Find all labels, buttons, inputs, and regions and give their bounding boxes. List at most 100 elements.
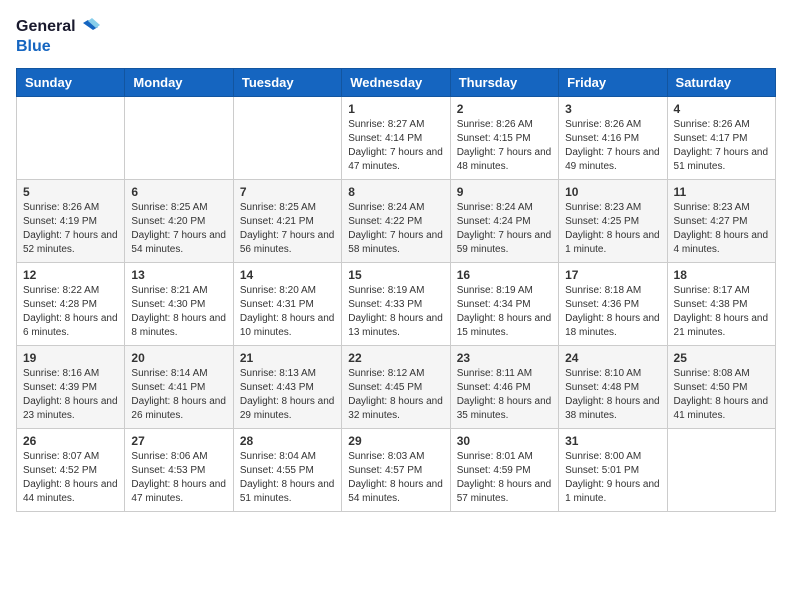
day-number: 25 — [674, 351, 769, 365]
cell-info: Sunrise: 8:11 AM Sunset: 4:46 PM Dayligh… — [457, 367, 552, 423]
cell-info: Sunrise: 8:26 AM Sunset: 4:16 PM Dayligh… — [565, 118, 660, 174]
weekday-header: Tuesday — [233, 68, 341, 96]
calendar-cell: 13 Sunrise: 8:21 AM Sunset: 4:30 PM Dayli… — [125, 262, 233, 345]
calendar-cell — [125, 96, 233, 179]
day-number: 6 — [131, 185, 226, 199]
logo-arrow-icon — [78, 16, 100, 38]
day-number: 7 — [240, 185, 335, 199]
day-number: 24 — [565, 351, 660, 365]
calendar-cell: 12 Sunrise: 8:22 AM Sunset: 4:28 PM Dayli… — [17, 262, 125, 345]
cell-info: Sunrise: 8:06 AM Sunset: 4:53 PM Dayligh… — [131, 450, 226, 506]
calendar-cell: 8 Sunrise: 8:24 AM Sunset: 4:22 PM Daylig… — [342, 179, 450, 262]
cell-info: Sunrise: 8:16 AM Sunset: 4:39 PM Dayligh… — [23, 367, 118, 423]
day-number: 8 — [348, 185, 443, 199]
cell-info: Sunrise: 8:25 AM Sunset: 4:20 PM Dayligh… — [131, 201, 226, 257]
cell-info: Sunrise: 8:20 AM Sunset: 4:31 PM Dayligh… — [240, 284, 335, 340]
calendar-cell: 16 Sunrise: 8:19 AM Sunset: 4:34 PM Dayli… — [450, 262, 558, 345]
cell-info: Sunrise: 8:14 AM Sunset: 4:41 PM Dayligh… — [131, 367, 226, 423]
calendar-cell: 3 Sunrise: 8:26 AM Sunset: 4:16 PM Daylig… — [559, 96, 667, 179]
day-number: 27 — [131, 434, 226, 448]
cell-info: Sunrise: 8:25 AM Sunset: 4:21 PM Dayligh… — [240, 201, 335, 257]
day-number: 20 — [131, 351, 226, 365]
calendar-cell: 2 Sunrise: 8:26 AM Sunset: 4:15 PM Daylig… — [450, 96, 558, 179]
calendar-week-row: 26 Sunrise: 8:07 AM Sunset: 4:52 PM Dayli… — [17, 428, 776, 511]
calendar-week-row: 5 Sunrise: 8:26 AM Sunset: 4:19 PM Daylig… — [17, 179, 776, 262]
calendar-cell: 25Sunrise: 8:08 AM Sunset: 4:50 PM Dayli… — [667, 345, 775, 428]
cell-info: Sunrise: 8:19 AM Sunset: 4:33 PM Dayligh… — [348, 284, 443, 340]
cell-info: Sunrise: 8:12 AM Sunset: 4:45 PM Dayligh… — [348, 367, 443, 423]
calendar-cell: 29 Sunrise: 8:03 AM Sunset: 4:57 PM Dayli… — [342, 428, 450, 511]
calendar-cell: 9Sunrise: 8:24 AM Sunset: 4:24 PM Daylig… — [450, 179, 558, 262]
calendar-cell: 15 Sunrise: 8:19 AM Sunset: 4:33 PM Dayli… — [342, 262, 450, 345]
day-number: 30 — [457, 434, 552, 448]
day-number: 3 — [565, 102, 660, 116]
cell-info: Sunrise: 8:18 AM Sunset: 4:36 PM Dayligh… — [565, 284, 660, 340]
calendar-cell: 14 Sunrise: 8:20 AM Sunset: 4:31 PM Dayli… — [233, 262, 341, 345]
calendar-cell: 23 Sunrise: 8:11 AM Sunset: 4:46 PM Dayli… — [450, 345, 558, 428]
cell-info: Sunrise: 8:01 AM Sunset: 4:59 PM Dayligh… — [457, 450, 552, 506]
day-number: 23 — [457, 351, 552, 365]
cell-info: Sunrise: 8:26 AM Sunset: 4:15 PM Dayligh… — [457, 118, 552, 174]
weekday-header: Saturday — [667, 68, 775, 96]
calendar-cell: 20 Sunrise: 8:14 AM Sunset: 4:41 PM Dayli… — [125, 345, 233, 428]
calendar-cell: 19 Sunrise: 8:16 AM Sunset: 4:39 PM Dayli… — [17, 345, 125, 428]
day-number: 31 — [565, 434, 660, 448]
day-number: 15 — [348, 268, 443, 282]
cell-info: Sunrise: 8:07 AM Sunset: 4:52 PM Dayligh… — [23, 450, 118, 506]
day-number: 26 — [23, 434, 118, 448]
cell-info: Sunrise: 8:21 AM Sunset: 4:30 PM Dayligh… — [131, 284, 226, 340]
logo: General Blue — [16, 16, 100, 56]
day-number: 11 — [674, 185, 769, 199]
cell-info: Sunrise: 8:04 AM Sunset: 4:55 PM Dayligh… — [240, 450, 335, 506]
calendar-cell: 1 Sunrise: 8:27 AM Sunset: 4:14 PM Daylig… — [342, 96, 450, 179]
cell-info: Sunrise: 8:24 AM Sunset: 4:22 PM Dayligh… — [348, 201, 443, 257]
cell-info: Sunrise: 8:23 AM Sunset: 4:25 PM Dayligh… — [565, 201, 660, 257]
day-number: 5 — [23, 185, 118, 199]
calendar-cell: 30 Sunrise: 8:01 AM Sunset: 4:59 PM Dayli… — [450, 428, 558, 511]
weekday-header: Thursday — [450, 68, 558, 96]
weekday-header: Friday — [559, 68, 667, 96]
cell-info: Sunrise: 8:22 AM Sunset: 4:28 PM Dayligh… — [23, 284, 118, 340]
day-number: 12 — [23, 268, 118, 282]
calendar-cell — [667, 428, 775, 511]
logo-blue: Blue — [16, 38, 100, 56]
calendar-cell: 27 Sunrise: 8:06 AM Sunset: 4:53 PM Dayli… — [125, 428, 233, 511]
cell-info: Sunrise: 8:27 AM Sunset: 4:14 PM Dayligh… — [348, 118, 443, 174]
calendar-cell: 7 Sunrise: 8:25 AM Sunset: 4:21 PM Daylig… — [233, 179, 341, 262]
day-number: 14 — [240, 268, 335, 282]
calendar-cell: 4Sunrise: 8:26 AM Sunset: 4:17 PM Daylig… — [667, 96, 775, 179]
weekday-header: Monday — [125, 68, 233, 96]
day-number: 13 — [131, 268, 226, 282]
calendar-cell: 21Sunrise: 8:13 AM Sunset: 4:43 PM Dayli… — [233, 345, 341, 428]
cell-info: Sunrise: 8:00 AM Sunset: 5:01 PM Dayligh… — [565, 450, 660, 506]
weekday-header: Sunday — [17, 68, 125, 96]
cell-info: Sunrise: 8:19 AM Sunset: 4:34 PM Dayligh… — [457, 284, 552, 340]
calendar-week-row: 1 Sunrise: 8:27 AM Sunset: 4:14 PM Daylig… — [17, 96, 776, 179]
day-number: 2 — [457, 102, 552, 116]
calendar-cell: 10Sunrise: 8:23 AM Sunset: 4:25 PM Dayli… — [559, 179, 667, 262]
cell-info: Sunrise: 8:10 AM Sunset: 4:48 PM Dayligh… — [565, 367, 660, 423]
calendar-cell: 18Sunrise: 8:17 AM Sunset: 4:38 PM Dayli… — [667, 262, 775, 345]
calendar-table: SundayMondayTuesdayWednesdayThursdayFrid… — [16, 68, 776, 512]
page-header: General Blue — [16, 16, 776, 56]
cell-info: Sunrise: 8:26 AM Sunset: 4:19 PM Dayligh… — [23, 201, 118, 257]
day-number: 22 — [348, 351, 443, 365]
calendar-cell: 26 Sunrise: 8:07 AM Sunset: 4:52 PM Dayli… — [17, 428, 125, 511]
calendar-cell: 6 Sunrise: 8:25 AM Sunset: 4:20 PM Daylig… — [125, 179, 233, 262]
cell-info: Sunrise: 8:17 AM Sunset: 4:38 PM Dayligh… — [674, 284, 769, 340]
calendar-cell: 22 Sunrise: 8:12 AM Sunset: 4:45 PM Dayli… — [342, 345, 450, 428]
calendar-cell — [17, 96, 125, 179]
calendar-cell: 5 Sunrise: 8:26 AM Sunset: 4:19 PM Daylig… — [17, 179, 125, 262]
cell-info: Sunrise: 8:26 AM Sunset: 4:17 PM Dayligh… — [674, 118, 769, 174]
calendar-cell: 24 Sunrise: 8:10 AM Sunset: 4:48 PM Dayli… — [559, 345, 667, 428]
day-number: 17 — [565, 268, 660, 282]
day-number: 28 — [240, 434, 335, 448]
day-number: 19 — [23, 351, 118, 365]
day-number: 16 — [457, 268, 552, 282]
calendar-cell — [233, 96, 341, 179]
day-number: 29 — [348, 434, 443, 448]
day-number: 1 — [348, 102, 443, 116]
calendar-header-row: SundayMondayTuesdayWednesdayThursdayFrid… — [17, 68, 776, 96]
cell-info: Sunrise: 8:03 AM Sunset: 4:57 PM Dayligh… — [348, 450, 443, 506]
day-number: 9 — [457, 185, 552, 199]
